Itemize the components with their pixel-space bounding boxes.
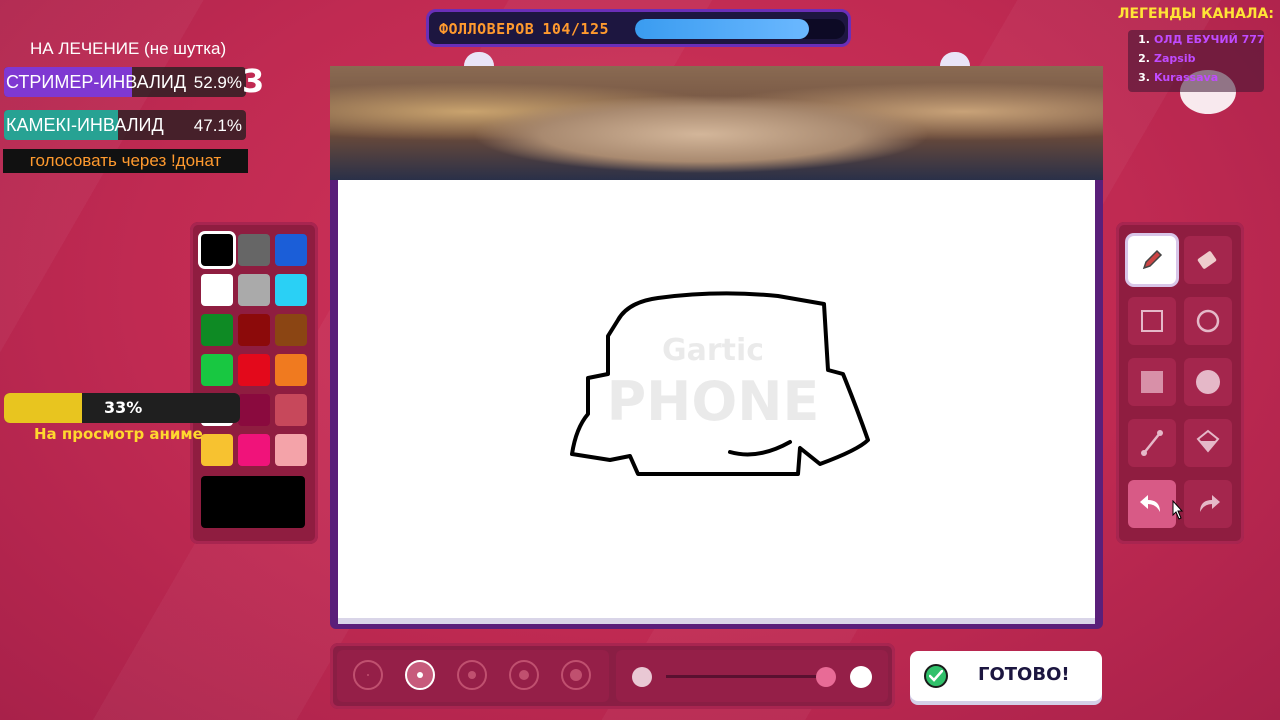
undo-button[interactable]: [1128, 480, 1176, 528]
line-icon: [1141, 430, 1163, 456]
circle-filled-icon: [1196, 370, 1220, 394]
legend-item: 1. ОЛД ЕБУЧИЙ 777: [1138, 33, 1265, 46]
circle-outline-icon: [1196, 309, 1220, 333]
legends-title: ЛЕГЕНДЫ КАНАЛА:: [1117, 6, 1274, 22]
filled-rectangle-tool-button[interactable]: [1128, 358, 1176, 406]
line-tool-button[interactable]: [1128, 419, 1176, 467]
anime-progress-percent: 33%: [104, 398, 143, 417]
legend-item: 3. Kurassava: [1138, 71, 1219, 84]
followers-progress-fill: [635, 19, 810, 39]
color-swatch[interactable]: [201, 314, 233, 346]
eraser-tool-button[interactable]: [1184, 236, 1232, 284]
poll-option-streamer: СТРИМЕР-ИНВАЛИД 52.9%: [4, 67, 246, 97]
color-palette: [190, 222, 318, 544]
done-button-label: ГОТОВО!: [978, 664, 1070, 685]
canvas-drawing: Gartic PHONE: [570, 291, 870, 476]
ellipse-tool-button[interactable]: [1184, 297, 1232, 345]
brush-size-option[interactable]: [353, 660, 383, 690]
fill-bucket-tool-button[interactable]: [1184, 419, 1232, 467]
pencil-tool-button[interactable]: [1128, 236, 1176, 284]
color-swatch[interactable]: [275, 234, 307, 266]
color-swatch[interactable]: [275, 274, 307, 306]
filled-ellipse-tool-button[interactable]: [1184, 358, 1232, 406]
color-swatch[interactable]: [201, 434, 233, 466]
user-stroke-mouth: [728, 440, 792, 457]
color-swatch[interactable]: [201, 274, 233, 306]
drawing-board: Gartic PHONE: [330, 66, 1103, 629]
rectangle-tool-button[interactable]: [1128, 297, 1176, 345]
gartic-phone-watermark: Gartic PHONE: [607, 333, 820, 433]
color-swatch[interactable]: [201, 234, 233, 266]
brush-size-option[interactable]: [405, 660, 435, 690]
brush-size-option[interactable]: [561, 660, 591, 690]
poll-option-name: КАМЕКI-ИНВАЛИД: [6, 115, 164, 135]
color-swatch[interactable]: [238, 394, 270, 426]
color-swatch[interactable]: [275, 354, 307, 386]
board-pin-right: [940, 52, 970, 66]
mouse-cursor-icon: [1172, 500, 1184, 520]
undo-icon: [1140, 495, 1160, 512]
followers-goal-bar: ФОЛЛОВЕРОВ 104/125: [426, 9, 851, 47]
color-swatch[interactable]: [238, 234, 270, 266]
color-swatch[interactable]: [238, 314, 270, 346]
color-swatch[interactable]: [275, 434, 307, 466]
opacity-min-icon: [632, 667, 652, 687]
poll-option-percent: 52.9%: [193, 73, 242, 92]
square-filled-icon: [1141, 371, 1163, 393]
redo-button[interactable]: [1184, 480, 1232, 528]
opacity-handle[interactable]: [816, 667, 836, 687]
brush-size-option[interactable]: [457, 660, 487, 690]
followers-label: ФОЛЛОВЕРОВ 104/125: [439, 20, 610, 38]
eraser-icon: [1197, 251, 1217, 269]
poll-option-percent: 47.1%: [193, 116, 242, 135]
brush-settings-bar: [330, 643, 895, 709]
brush-size-option[interactable]: [509, 660, 539, 690]
redo-icon: [1200, 495, 1220, 512]
opacity-track: [666, 675, 826, 678]
pencil-icon: [1142, 249, 1163, 270]
drawing-canvas[interactable]: Gartic PHONE: [338, 178, 1095, 624]
webcam-overlay: [330, 66, 1103, 180]
color-swatch[interactable]: [238, 274, 270, 306]
done-button[interactable]: ГОТОВО!: [910, 651, 1102, 701]
opacity-max-icon: [850, 666, 872, 688]
board-pin-left: [464, 52, 494, 66]
legends-list: 1. ОЛД ЕБУЧИЙ 777 2. Zapsib 3. Kurassava: [1128, 30, 1265, 92]
check-icon: [924, 664, 948, 688]
vote-instruction: голосовать через !донат: [3, 149, 248, 173]
anime-progress-bar: 33%: [4, 393, 240, 423]
poll-badge: 3: [242, 62, 265, 100]
bucket-icon: [1196, 429, 1220, 453]
color-swatch[interactable]: [275, 394, 307, 426]
poll-title: НА ЛЕЧЕНИЕ (не шутка): [30, 39, 227, 58]
square-outline-icon: [1141, 310, 1163, 332]
current-color-preview: [201, 476, 305, 528]
opacity-slider[interactable]: [616, 650, 888, 702]
svg-text:Gartic: Gartic: [662, 333, 764, 368]
poll-option-kameki: КАМЕКI-ИНВАЛИД 47.1%: [4, 110, 246, 140]
color-swatch[interactable]: [275, 314, 307, 346]
anime-progress-fill: [4, 393, 82, 423]
brush-size-selector: [337, 650, 609, 702]
color-swatch[interactable]: [238, 434, 270, 466]
svg-text:PHONE: PHONE: [607, 370, 820, 433]
anime-progress-label: На просмотр аниме: [34, 425, 203, 443]
tool-panel: [1116, 222, 1244, 544]
color-swatch[interactable]: [201, 354, 233, 386]
poll-option-name: СТРИМЕР-ИНВАЛИД: [6, 72, 187, 92]
legend-item: 2. Zapsib: [1138, 52, 1196, 65]
color-swatch[interactable]: [238, 354, 270, 386]
followers-progress-track: [635, 19, 845, 39]
